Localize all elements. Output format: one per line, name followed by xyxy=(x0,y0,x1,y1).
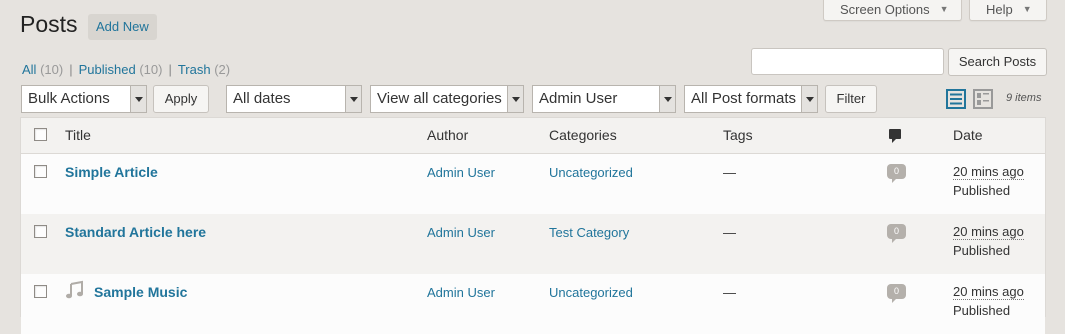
post-status: Published xyxy=(953,303,1011,318)
row-checkbox[interactable] xyxy=(34,285,47,298)
bulk-actions-select[interactable]: Bulk Actions xyxy=(21,85,147,113)
dropdown-arrow-icon xyxy=(507,86,523,112)
filter-trash[interactable]: Trash (2) xyxy=(178,62,230,77)
dates-value: All dates xyxy=(233,90,291,107)
post-category-link[interactable]: Test Category xyxy=(549,225,629,240)
posts-table: Title Author Categories Tags Date Simple… xyxy=(20,117,1046,334)
column-author: Author xyxy=(427,127,469,143)
search-input[interactable] xyxy=(751,48,944,75)
help-tab[interactable]: Help ▼ xyxy=(969,0,1047,21)
column-title[interactable]: Title xyxy=(65,127,91,143)
separator: | xyxy=(168,62,172,77)
categories-select[interactable]: View all categories xyxy=(370,85,524,113)
filter-trash-link[interactable]: Trash xyxy=(178,62,211,77)
select-all-checkbox[interactable] xyxy=(34,128,47,141)
post-title-link[interactable]: Simple Article xyxy=(65,164,158,180)
post-author-link[interactable]: Admin User xyxy=(427,165,495,180)
apply-button[interactable]: Apply xyxy=(153,85,209,113)
caret-down-icon: ▼ xyxy=(939,4,949,14)
post-date: 20 mins ago Published xyxy=(953,224,1024,258)
table-header: Title Author Categories Tags Date xyxy=(21,118,1045,154)
page-title: Posts xyxy=(20,11,78,37)
filter-all-link[interactable]: All xyxy=(22,62,36,77)
categories-value: View all categories xyxy=(377,90,502,107)
list-view-icon[interactable] xyxy=(946,89,966,109)
post-category-link[interactable]: Uncategorized xyxy=(549,165,633,180)
filter-published[interactable]: Published (10) xyxy=(79,62,163,77)
post-date-relative: 20 mins ago xyxy=(953,164,1024,180)
table-row: Standard Article here Admin User Test Ca… xyxy=(21,214,1045,274)
items-count: 9 items xyxy=(1006,92,1042,104)
author-value: Admin User xyxy=(539,90,618,107)
post-date: 20 mins ago Published xyxy=(953,284,1024,318)
comments-icon[interactable] xyxy=(888,128,903,144)
comment-count-bubble[interactable]: 0 xyxy=(887,284,906,303)
column-categories: Categories xyxy=(549,127,617,143)
music-note-icon xyxy=(66,280,83,299)
post-formats-value: All Post formats xyxy=(691,90,797,107)
author-select[interactable]: Admin User xyxy=(532,85,676,113)
row-checkbox[interactable] xyxy=(34,225,47,238)
post-date-relative: 20 mins ago xyxy=(953,284,1024,300)
filter-all-count: (10) xyxy=(40,62,64,77)
post-title-link[interactable]: Sample Music xyxy=(94,284,187,300)
table-row: Sample Music Admin User Uncategorized — … xyxy=(21,274,1045,334)
dropdown-arrow-icon xyxy=(801,86,817,112)
post-tags: — xyxy=(723,225,736,240)
column-date[interactable]: Date xyxy=(953,127,983,143)
post-title-link[interactable]: Standard Article here xyxy=(65,224,206,240)
help-label: Help xyxy=(986,1,1013,17)
separator: | xyxy=(69,62,73,77)
post-author-link[interactable]: Admin User xyxy=(427,225,495,240)
add-new-button[interactable]: Add New xyxy=(88,14,157,40)
dropdown-arrow-icon xyxy=(659,86,675,112)
filter-button[interactable]: Filter xyxy=(825,85,877,113)
dropdown-arrow-icon xyxy=(130,86,146,112)
comment-count-bubble[interactable]: 0 xyxy=(887,224,906,243)
post-status: Published xyxy=(953,183,1011,198)
filter-all[interactable]: All (10) xyxy=(22,62,63,77)
caret-down-icon: ▼ xyxy=(1022,4,1032,14)
post-date-relative: 20 mins ago xyxy=(953,224,1024,240)
screen-options-tab[interactable]: Screen Options ▼ xyxy=(823,0,962,21)
search-posts-button[interactable]: Search Posts xyxy=(948,48,1047,76)
filter-published-link[interactable]: Published xyxy=(79,62,136,77)
comment-count-bubble[interactable]: 0 xyxy=(887,164,906,183)
screen-options-label: Screen Options xyxy=(840,1,930,17)
post-formats-select[interactable]: All Post formats xyxy=(684,85,818,113)
post-author-link[interactable]: Admin User xyxy=(427,285,495,300)
post-tags: — xyxy=(723,285,736,300)
post-tags: — xyxy=(723,165,736,180)
column-tags: Tags xyxy=(723,127,753,143)
row-checkbox[interactable] xyxy=(34,165,47,178)
filter-published-count: (10) xyxy=(139,62,163,77)
bulk-actions-value: Bulk Actions xyxy=(28,90,110,107)
excerpt-view-icon[interactable] xyxy=(973,89,993,109)
dropdown-arrow-icon xyxy=(345,86,361,112)
post-status: Published xyxy=(953,243,1011,258)
table-row: Simple Article Admin User Uncategorized … xyxy=(21,154,1045,214)
filter-trash-count: (2) xyxy=(214,62,231,77)
dates-select[interactable]: All dates xyxy=(226,85,362,113)
post-category-link[interactable]: Uncategorized xyxy=(549,285,633,300)
status-filter-links: All (10) | Published (10) | Trash (2) xyxy=(22,62,230,77)
post-date: 20 mins ago Published xyxy=(953,164,1024,198)
